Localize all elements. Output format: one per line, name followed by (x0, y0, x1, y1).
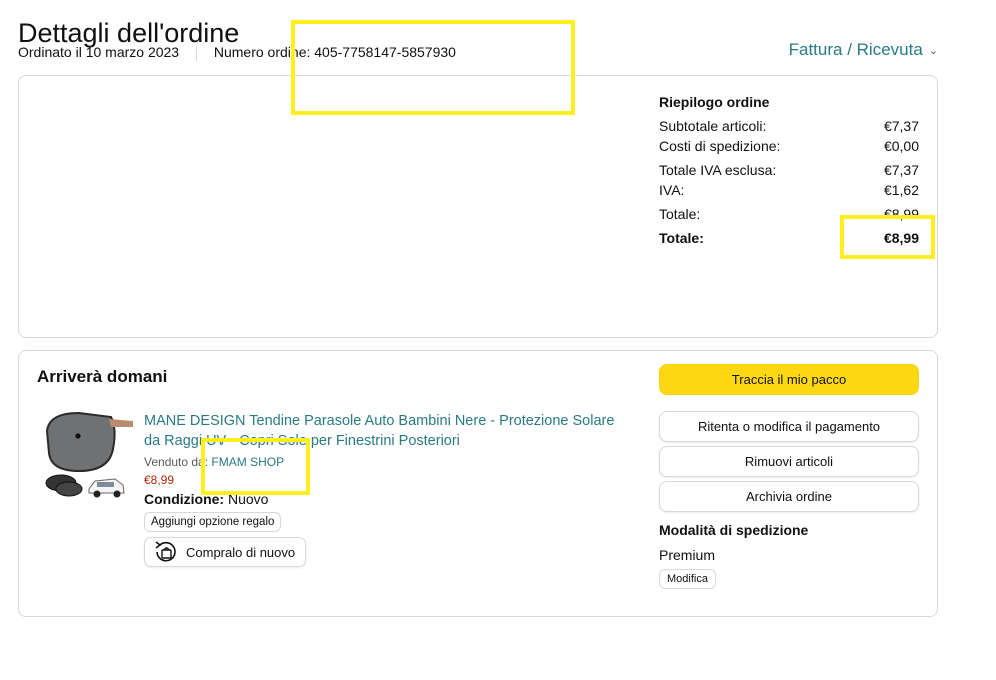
summary-row-subtotal: Subtotale articoli: €7,37 (659, 116, 919, 136)
buy-again-button[interactable]: Compralo di nuovo (144, 537, 306, 567)
order-number: 405-7758147-5857930 (314, 44, 456, 60)
sunshade-icon (45, 411, 133, 498)
summary-value: €7,37 (883, 118, 919, 134)
order-summary-card: Riepilogo ordine Subtotale articoli: €7,… (18, 75, 938, 338)
summary-value: €7,37 (883, 162, 919, 178)
summary-row-vat: IVA: €1,62 (659, 180, 919, 200)
summary-label: IVA: (659, 182, 685, 198)
summary-title: Riepilogo ordine (659, 94, 770, 110)
summary-label: Costi di spedizione: (659, 138, 781, 154)
seller-line: Venduto da: FMAM SHOP (144, 455, 624, 469)
modify-shipping-button[interactable]: Modifica (659, 569, 716, 589)
seller-link[interactable]: FMAM SHOP (211, 455, 284, 469)
sold-by-label: Venduto da: (144, 455, 209, 469)
grand-total-value: €8,99 (883, 230, 919, 246)
summary-row-grand-total: Totale: €8,99 (659, 228, 919, 248)
item-condition: Condizione: Nuovo (144, 491, 624, 507)
summary-value: €8,99 (883, 206, 919, 222)
summary-row-shipping: Costi di spedizione: €0,00 (659, 136, 919, 156)
remove-items-button[interactable]: Rimuovi articoli (659, 446, 919, 477)
summary-value: €1,62 (883, 182, 919, 198)
shipping-mode-value: Premium (659, 547, 716, 563)
condition-value: Nuovo (228, 491, 269, 507)
chevron-down-icon: ⌄ (928, 45, 938, 58)
order-item: MANE DESIGN Tendine Parasole Auto Bambin… (144, 411, 624, 567)
invoice-dropdown[interactable]: Fattura / Ricevuta ⌄ (789, 40, 938, 60)
summary-label: Totale IVA esclusa: (659, 162, 777, 178)
item-price: €8,99 (144, 473, 175, 487)
order-summary: Riepilogo ordine Subtotale articoli: €7,… (659, 94, 919, 248)
product-image[interactable] (39, 409, 137, 507)
retry-payment-button[interactable]: Ritenta o modifica il pagamento (659, 411, 919, 442)
add-gift-option-button[interactable]: Aggiungi opzione regalo (144, 512, 282, 532)
grand-total-label: Totale: (659, 230, 704, 246)
meta-divider (195, 45, 197, 62)
product-title-link[interactable]: MANE DESIGN Tendine Parasole Auto Bambin… (144, 411, 624, 451)
summary-row-net-total: Totale IVA esclusa: €7,37 (659, 160, 919, 180)
invoice-link-label: Fattura / Ricevuta (788, 40, 923, 59)
delivery-status: Arriverà domani (37, 367, 168, 386)
summary-label: Subtotale articoli: (659, 118, 767, 134)
summary-label: Totale: (659, 206, 701, 222)
summary-value: €0,00 (883, 138, 919, 154)
order-meta: Ordinato il 10 marzo 2023 Numero ordine:… (18, 44, 456, 62)
buy-again-icon (155, 541, 176, 562)
summary-row-total: Totale: €8,99 (659, 204, 919, 224)
shipping-mode-title: Modalità di spedizione (659, 522, 809, 538)
shipment-actions: Traccia il mio pacco Ritenta o modifica … (659, 364, 919, 589)
condition-label: Condizione: (144, 491, 225, 507)
order-date: Ordinato il 10 marzo 2023 (18, 44, 180, 60)
order-number-label: Numero ordine: (213, 44, 311, 60)
buy-again-label: Compralo di nuovo (186, 544, 296, 560)
track-package-button[interactable]: Traccia il mio pacco (659, 364, 919, 395)
shipment-card: Arriverà domani MANE DESIGN Tendine Para… (18, 350, 938, 617)
archive-order-button[interactable]: Archivia ordine (659, 481, 919, 512)
